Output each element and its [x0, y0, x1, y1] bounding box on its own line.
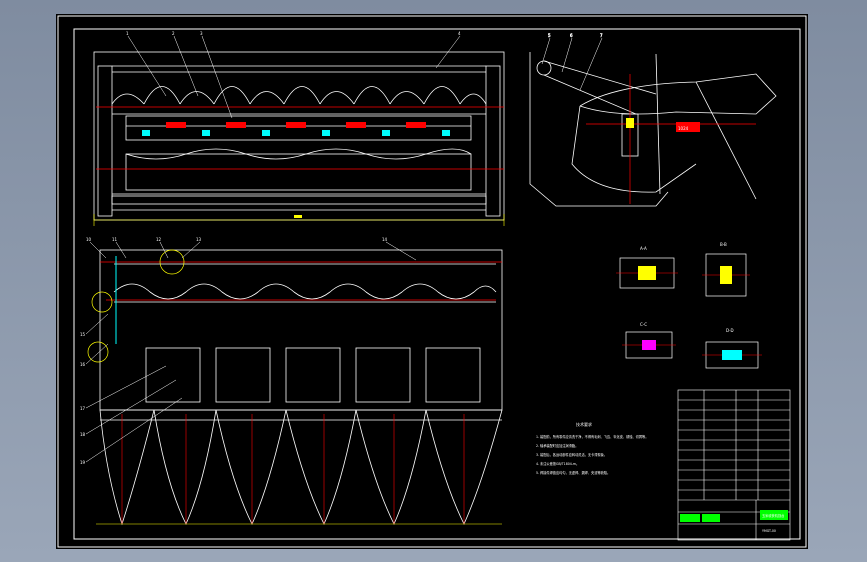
leader-label-3: 3	[200, 31, 203, 36]
side-leader-label-6: 6	[570, 33, 573, 38]
leader-label-4: 4	[458, 31, 461, 36]
side-view-color: 1024	[586, 74, 756, 204]
plan-leader-label-10: 10	[86, 237, 92, 242]
plan-leader-label-11: 11	[112, 237, 118, 242]
technical-requirements: 技术要求 1. 装配前，所有零件应清洗干净，不得有毛刺、飞边、氧化皮、锈蚀、切屑…	[536, 421, 648, 475]
plan-leader-label-18: 18	[80, 432, 86, 437]
tech-req-title: 技术要求	[576, 421, 592, 427]
front-view-leaders	[127, 35, 461, 119]
title-block-name: 玉米收获机割台	[762, 513, 784, 518]
plan-view	[99, 249, 503, 421]
tech-req-item-1: 1. 装配前，所有零件应清洗干净，不得有毛刺、飞边、氧化皮、锈蚀、切屑等。	[536, 434, 648, 439]
inner-border	[73, 28, 801, 540]
plan-leader-label-16: 16	[80, 362, 86, 367]
leader-label-1: 1	[126, 31, 129, 36]
front-view-leader-labels: 1 2 3 4	[126, 31, 461, 36]
tech-req-item-4: 4. 未注公差按GB/T1804-m。	[536, 461, 579, 466]
plan-leader-label-15: 15	[80, 332, 86, 337]
plan-view-snouts	[99, 409, 503, 526]
side-view-leaders: 5 6 7	[541, 33, 603, 91]
cad-viewport[interactable]: 1 2 3 4 1024 5 6 7 10 11 12 13 14 15 16 …	[0, 0, 867, 562]
front-view-color	[93, 106, 505, 226]
drawing-sheet: 1 2 3 4 1024 5 6 7 10 11 12 13 14 15 16 …	[56, 14, 808, 549]
plan-leader-label-13: 13	[196, 237, 202, 242]
section-label-c: C-C	[640, 322, 647, 327]
title-block-drawing-no: YMGT-00	[762, 529, 776, 533]
side-view	[529, 52, 777, 207]
tech-req-item-3: 3. 装配后，各运动部件应转动灵活，无卡滞现象。	[536, 452, 607, 457]
leader-label-2: 2	[172, 31, 175, 36]
section-label-d: D-D	[726, 328, 734, 333]
plan-view-leader-labels: 10 11 12 13 14 15 16 17 18 19	[80, 237, 388, 465]
section-label-b: B-B	[720, 242, 727, 247]
plan-view-leaders	[85, 241, 417, 463]
tech-req-item-2: 2. 轴承装配时应加注润滑脂。	[536, 443, 578, 448]
plan-view-color	[87, 249, 502, 525]
title-block: 玉米收获机割台 YMGT-00	[680, 510, 788, 533]
side-leader-label-7: 7	[600, 33, 603, 38]
tech-req-item-5: 5. 焊接件焊缝应均匀，无虚焊、漏焊、夹渣等缺陷。	[536, 470, 610, 475]
section-label-a: A-A	[640, 246, 647, 251]
plan-leader-label-14: 14	[382, 237, 388, 242]
plan-leader-label-17: 17	[80, 406, 86, 411]
side-leader-label-5: 5	[548, 33, 551, 38]
outer-border	[57, 15, 807, 548]
plan-leader-label-19: 19	[80, 460, 86, 465]
cad-drawing: 1 2 3 4 1024 5 6 7 10 11 12 13 14 15 16 …	[57, 15, 807, 548]
plan-leader-label-12: 12	[156, 237, 162, 242]
side-view-chain-label: 1024	[678, 126, 689, 131]
